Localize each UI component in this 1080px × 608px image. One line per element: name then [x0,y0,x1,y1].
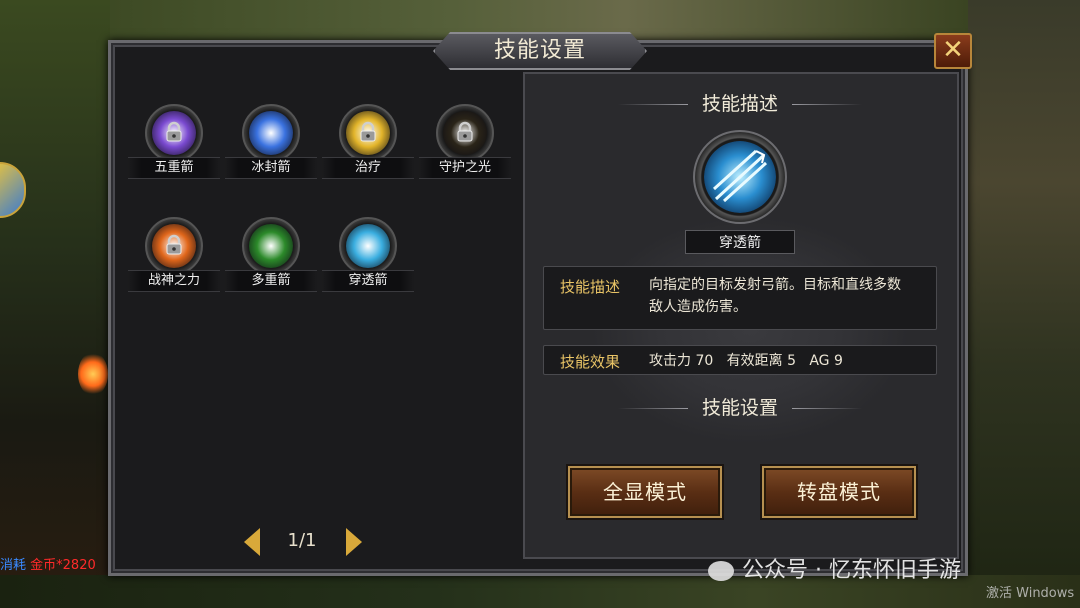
divider-right [792,104,862,105]
windows-activation-notice: 激活 Windows [986,586,1075,601]
skill-slot[interactable]: 战神之力 [126,217,222,297]
description-line-1: 向指定的目标发射弓箭。目标和直线多数 [649,277,901,293]
desc-heading-text: 技能描述 [701,93,778,115]
skill-slot[interactable]: 五重箭 [126,104,222,184]
skill-label: 治疗 [322,157,414,179]
lock-icon [166,234,182,255]
description-value: 向指定的目标发射弓箭。目标和直线多数 敌人造成伤害。 [649,274,901,318]
page-indicator: 1/1 [287,530,317,551]
effect-value: 攻击力 70 有效距离 5 AG 9 [649,353,843,369]
watermark-text: 公众号 · 忆东怀旧手游 [742,558,961,583]
skill-label: 多重箭 [225,270,317,292]
lock-icon [166,121,182,142]
selected-skill-name: 穿透箭 [685,230,795,254]
watermark: 公众号 · 忆东怀旧手游 [708,552,961,584]
scene-right [968,0,1080,608]
full-display-mode-button[interactable]: 全显模式 [568,466,722,518]
divider-right [792,408,862,409]
pierce-arrow-icon [704,141,776,213]
skill-label: 五重箭 [128,157,220,179]
wheel-mode-button[interactable]: 转盘模式 [762,466,916,518]
settings-section-heading: 技能设置 [590,393,890,420]
skill-label: 冰封箭 [225,157,317,179]
next-page-icon[interactable] [346,528,362,556]
wechat-icon [708,561,734,581]
description-key: 技能描述 [560,278,621,296]
lock-icon [360,121,376,142]
description-box: 技能描述 向指定的目标发射弓箭。目标和直线多数 敌人造成伤害。 [543,266,937,330]
lock-icon [457,121,473,142]
description-line-2: 敌人造成伤害。 [649,299,747,315]
divider-left [617,408,688,409]
skill-icon [249,224,293,268]
scene-left [0,0,110,608]
effect-box: 技能效果 攻击力 70 有效距离 5 AG 9 [543,345,937,375]
divider-left [617,104,688,105]
skill-label: 守护之光 [419,157,511,179]
cost-readout: 消耗 金币*2820 [0,554,96,573]
skill-slot[interactable]: 多重箭 [223,217,319,297]
effect-key: 技能效果 [560,353,621,371]
desc-section-heading: 技能描述 [590,89,890,116]
selected-skill-frame [680,130,800,240]
skill-slot[interactable]: 穿透箭 [320,217,416,297]
close-button[interactable]: ✕ [934,33,972,69]
cost-value: 金币*2820 [30,558,96,573]
skill-slot[interactable]: 冰封箭 [223,104,319,184]
window-title: 技能设置 [493,38,586,63]
torch-fire [78,352,108,396]
skill-slot[interactable]: 治疗 [320,104,416,184]
settings-heading-text: 技能设置 [701,397,778,419]
skill-icon [249,111,293,155]
prev-page-icon[interactable] [244,528,260,556]
skill-label: 战神之力 [128,270,220,292]
skill-icon [346,224,390,268]
cost-key: 消耗 [0,558,27,573]
skill-label: 穿透箭 [322,270,414,292]
skill-slot[interactable]: 守护之光 [417,104,513,184]
